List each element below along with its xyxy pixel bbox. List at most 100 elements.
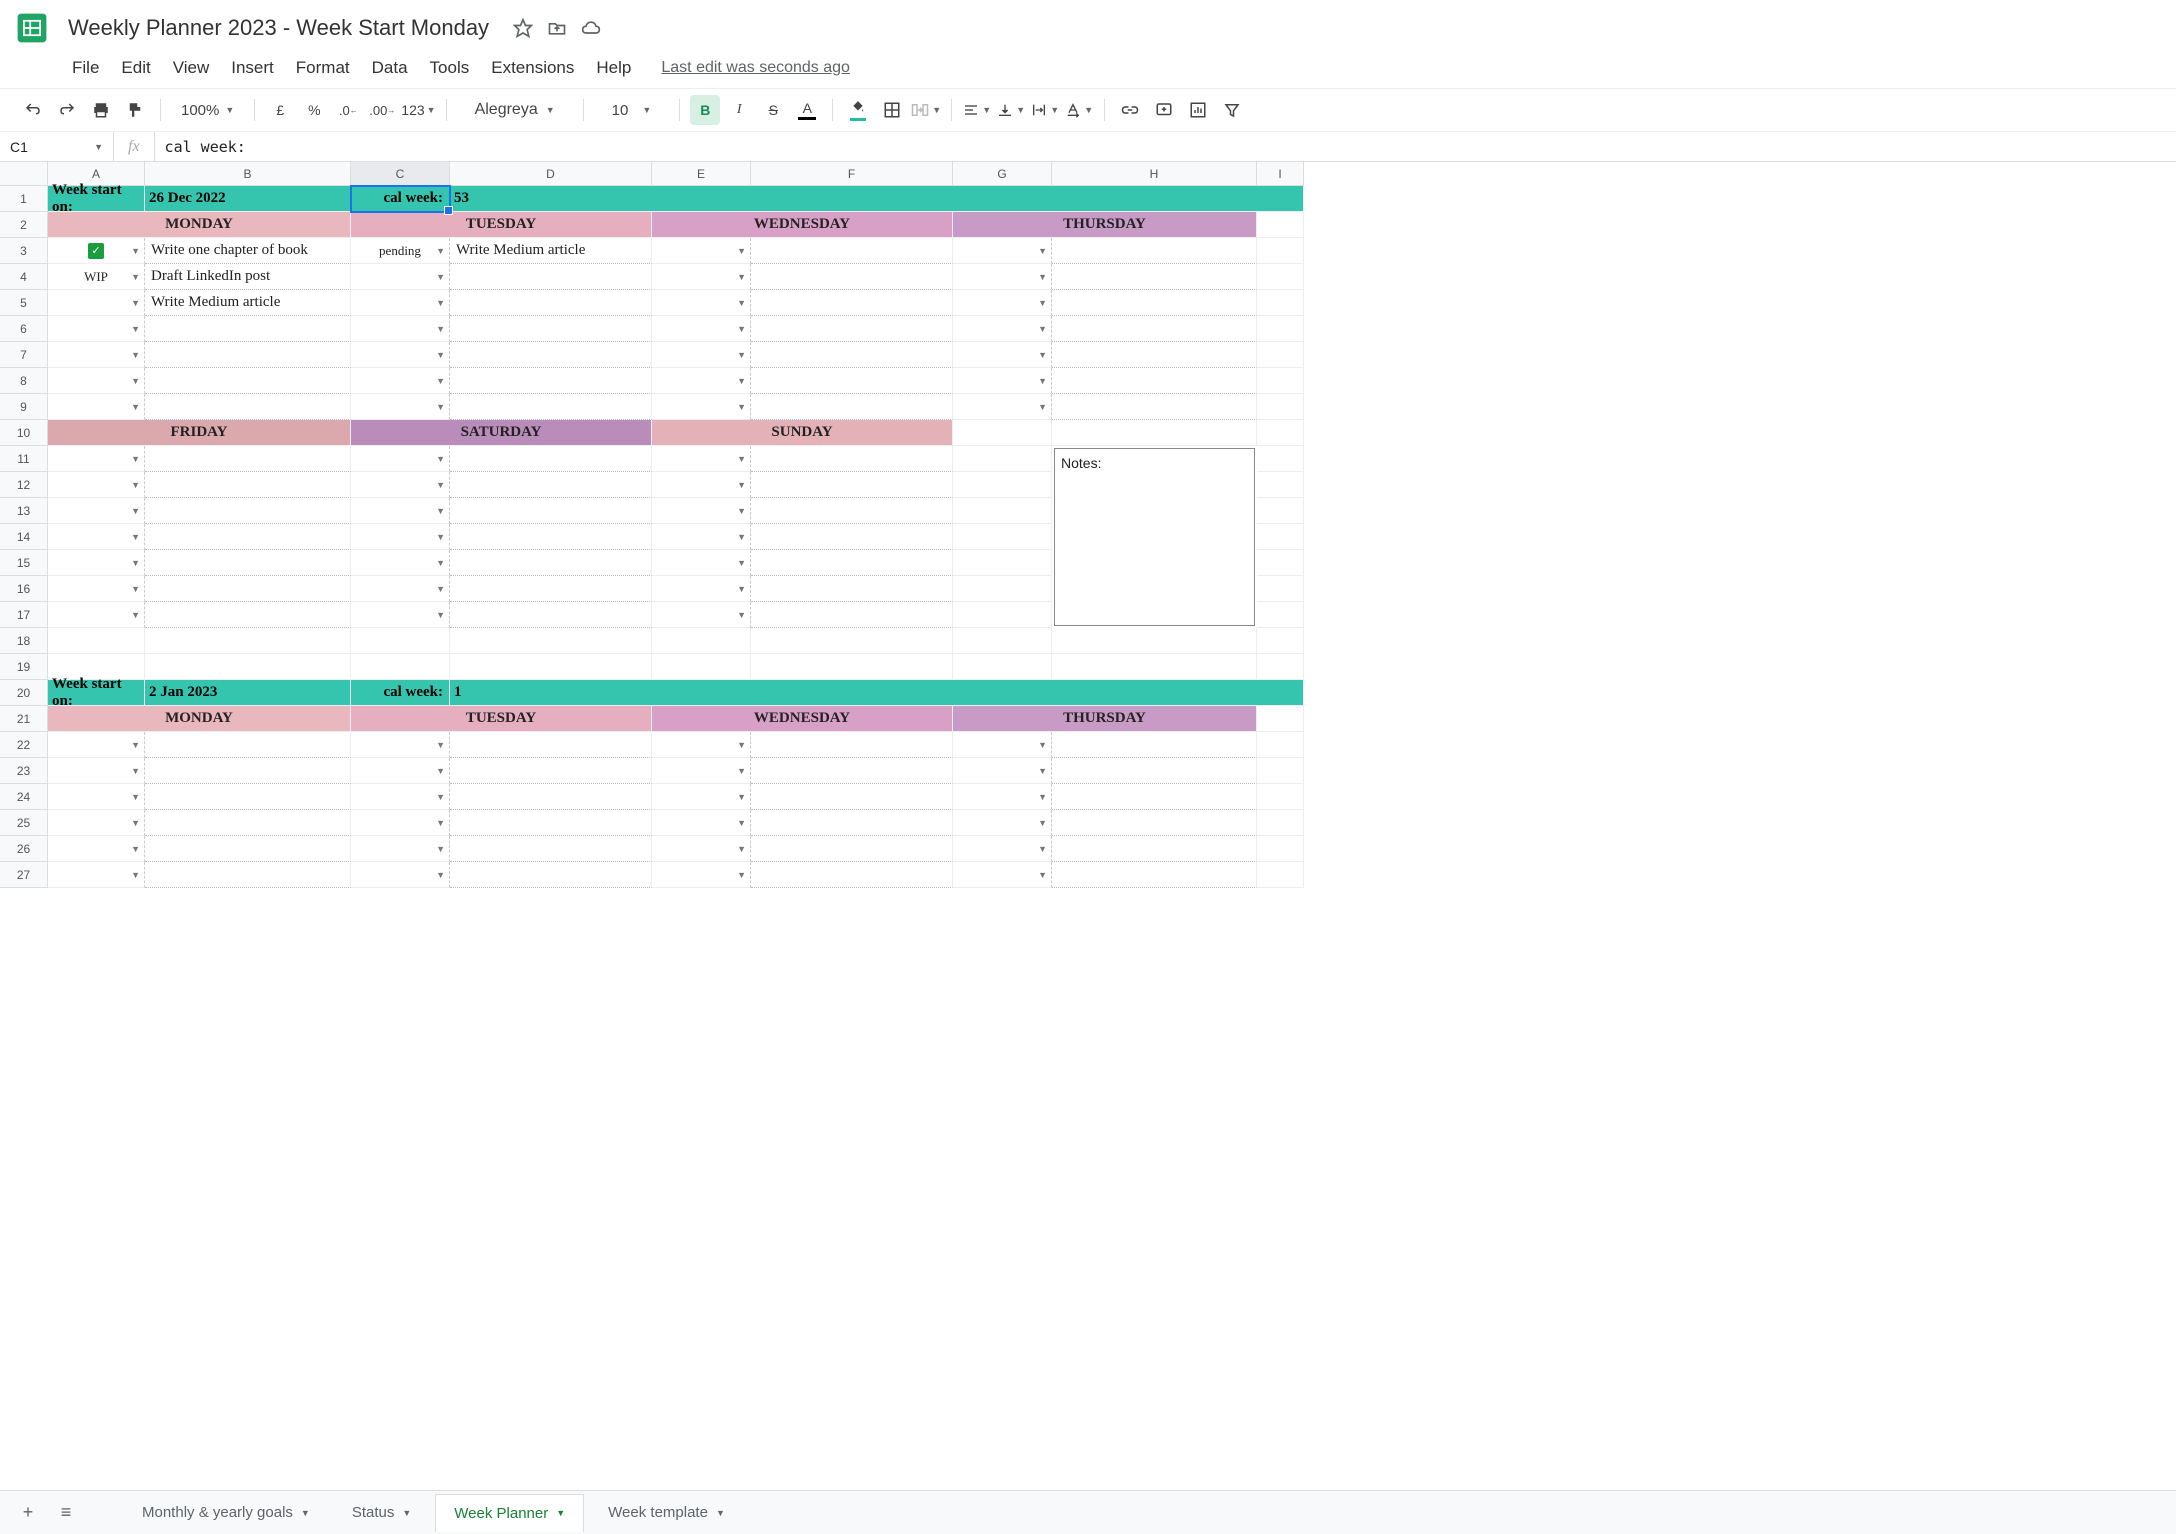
text-wrap-button[interactable]: ▼	[1030, 95, 1060, 125]
task-cell[interactable]	[450, 524, 652, 550]
task-cell[interactable]	[751, 264, 953, 290]
menu-insert[interactable]: Insert	[221, 54, 284, 82]
status-cell[interactable]: ▼	[48, 576, 145, 602]
dropdown-icon[interactable]: ▼	[737, 532, 746, 542]
dropdown-icon[interactable]: ▼	[131, 376, 140, 386]
task-cell[interactable]	[1052, 290, 1257, 316]
dropdown-icon[interactable]: ▼	[1038, 324, 1047, 334]
status-cell[interactable]: ▼	[953, 732, 1052, 758]
status-cell[interactable]: ▼	[351, 472, 450, 498]
dropdown-icon[interactable]: ▼	[1038, 844, 1047, 854]
status-cell[interactable]: ▼	[652, 368, 751, 394]
task-cell[interactable]	[450, 810, 652, 836]
task-cell[interactable]	[751, 368, 953, 394]
task-cell[interactable]	[1052, 342, 1257, 368]
status-cell[interactable]: ▼	[652, 784, 751, 810]
task-cell[interactable]	[751, 576, 953, 602]
dropdown-icon[interactable]: ▼	[131, 324, 140, 334]
task-cell[interactable]	[145, 446, 351, 472]
task-cell[interactable]	[450, 472, 652, 498]
status-cell[interactable]: ▼	[652, 290, 751, 316]
dropdown-icon[interactable]: ▼	[436, 792, 445, 802]
status-cell[interactable]: ▼	[652, 524, 751, 550]
status-cell[interactable]: ▼	[48, 446, 145, 472]
task-cell[interactable]	[751, 550, 953, 576]
status-cell[interactable]: ▼	[48, 602, 145, 628]
task-cell[interactable]	[145, 862, 351, 888]
decrease-decimal-button[interactable]: .0←	[333, 95, 363, 125]
status-cell[interactable]: ▼	[351, 602, 450, 628]
dropdown-icon[interactable]: ▼	[436, 350, 445, 360]
task-cell[interactable]	[751, 732, 953, 758]
dropdown-icon[interactable]: ▼	[131, 454, 140, 464]
dropdown-icon[interactable]: ▼	[737, 558, 746, 568]
row-header-25[interactable]: 25	[0, 810, 48, 836]
col-header-D[interactable]: D	[450, 162, 652, 186]
task-cell[interactable]	[751, 472, 953, 498]
font-size-dropdown[interactable]: 10▼	[594, 95, 670, 125]
strikethrough-button[interactable]: S	[758, 95, 788, 125]
status-cell[interactable]: WIP▼	[48, 264, 145, 290]
row-header-14[interactable]: 14	[0, 524, 48, 550]
task-cell[interactable]	[145, 316, 351, 342]
menu-edit[interactable]: Edit	[111, 54, 160, 82]
dropdown-icon[interactable]: ▼	[131, 506, 140, 516]
add-sheet-button[interactable]: +	[12, 1497, 44, 1529]
dropdown-icon[interactable]: ▼	[436, 402, 445, 412]
col-header-E[interactable]: E	[652, 162, 751, 186]
dropdown-icon[interactable]: ▼	[131, 402, 140, 412]
sheets-logo[interactable]	[12, 8, 52, 48]
status-cell[interactable]: ▼	[351, 446, 450, 472]
vertical-align-button[interactable]: ▼	[996, 95, 1026, 125]
sheet-tab-monthly[interactable]: Monthly & yearly goals▼	[124, 1494, 328, 1531]
row-header-8[interactable]: 8	[0, 368, 48, 394]
task-cell[interactable]	[145, 836, 351, 862]
menu-help[interactable]: Help	[586, 54, 641, 82]
status-cell[interactable]: ▼	[48, 394, 145, 420]
sheet-tab-week-template[interactable]: Week template▼	[590, 1494, 743, 1531]
dropdown-icon[interactable]: ▼	[1038, 402, 1047, 412]
task-cell[interactable]	[450, 732, 652, 758]
status-cell[interactable]: ▼	[652, 238, 751, 264]
dropdown-icon[interactable]: ▼	[737, 844, 746, 854]
font-dropdown[interactable]: Alegreya▼	[457, 95, 573, 125]
dropdown-icon[interactable]: ▼	[436, 870, 445, 880]
task-cell[interactable]	[751, 602, 953, 628]
status-cell[interactable]: ▼	[652, 602, 751, 628]
status-cell[interactable]: ▼	[351, 342, 450, 368]
dropdown-icon[interactable]: ▼	[737, 506, 746, 516]
col-header-C[interactable]: C	[351, 162, 450, 186]
task-cell[interactable]	[751, 316, 953, 342]
row-header-24[interactable]: 24	[0, 784, 48, 810]
dropdown-icon[interactable]: ▼	[1038, 792, 1047, 802]
status-cell[interactable]: ▼	[953, 862, 1052, 888]
sheet-tab-status[interactable]: Status▼	[334, 1494, 429, 1531]
dropdown-icon[interactable]: ▼	[436, 584, 445, 594]
col-header-I[interactable]: I	[1257, 162, 1304, 186]
name-box[interactable]: C1▼	[0, 132, 114, 161]
status-cell[interactable]: ▼	[351, 550, 450, 576]
task-cell[interactable]	[450, 394, 652, 420]
status-cell[interactable]: ▼	[351, 264, 450, 290]
row-header-4[interactable]: 4	[0, 264, 48, 290]
row-header-18[interactable]: 18	[0, 628, 48, 654]
dropdown-icon[interactable]: ▼	[436, 246, 445, 256]
dropdown-icon[interactable]: ▼	[131, 870, 140, 880]
status-cell[interactable]: ▼	[351, 290, 450, 316]
col-header-F[interactable]: F	[751, 162, 953, 186]
status-cell[interactable]: ▼	[48, 862, 145, 888]
star-icon[interactable]	[513, 18, 533, 38]
status-cell[interactable]: ▼	[351, 836, 450, 862]
dropdown-icon[interactable]: ▼	[131, 532, 140, 542]
status-cell[interactable]: ▼	[953, 810, 1052, 836]
dropdown-icon[interactable]: ▼	[131, 558, 140, 568]
menu-file[interactable]: File	[62, 54, 109, 82]
task-cell[interactable]	[1052, 758, 1257, 784]
task-cell[interactable]	[145, 550, 351, 576]
dropdown-icon[interactable]: ▼	[436, 454, 445, 464]
status-cell[interactable]: ▼	[953, 238, 1052, 264]
status-cell[interactable]: ▼	[48, 472, 145, 498]
move-icon[interactable]	[547, 18, 567, 38]
row-header-17[interactable]: 17	[0, 602, 48, 628]
task-cell[interactable]	[145, 784, 351, 810]
